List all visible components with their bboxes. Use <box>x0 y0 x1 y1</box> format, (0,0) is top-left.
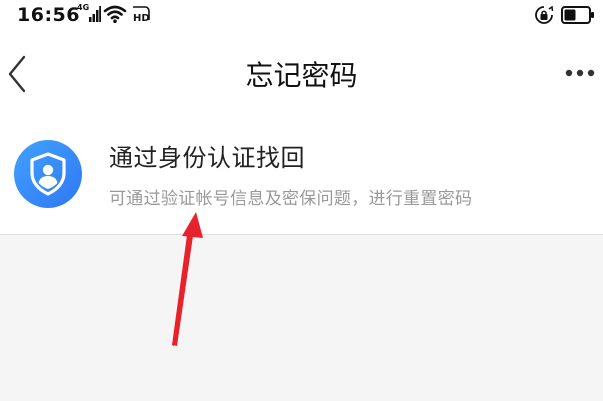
nav-bar: 忘记密码 <box>0 34 603 114</box>
page-title: 忘记密码 <box>245 59 358 92</box>
screen: 16:56 4G HD 忘记密码 通过身份认证找回 可通过验证帐号信息及密保问题… <box>0 0 603 401</box>
network-type-label: 4G <box>77 3 90 12</box>
shield-user-icon <box>14 140 82 208</box>
status-time: 16:56 <box>17 4 80 26</box>
hd-label: HD <box>133 13 150 24</box>
wifi-icon <box>103 5 127 23</box>
hd-icon: HD <box>131 4 151 24</box>
battery-icon <box>561 6 594 24</box>
option-description: 可通过验证帐号信息及密保问题，进行重置密码 <box>109 189 473 209</box>
signal-icon: 4G <box>77 3 101 24</box>
status-bar: 16:56 4G HD <box>0 0 603 34</box>
identity-recovery-option[interactable]: 通过身份认证找回 可通过验证帐号信息及密保问题，进行重置密码 <box>0 114 603 235</box>
rotation-lock-icon <box>535 5 554 24</box>
more-horizontal-icon <box>565 69 595 77</box>
more-button[interactable] <box>560 60 600 86</box>
option-title: 通过身份认证找回 <box>109 144 305 172</box>
